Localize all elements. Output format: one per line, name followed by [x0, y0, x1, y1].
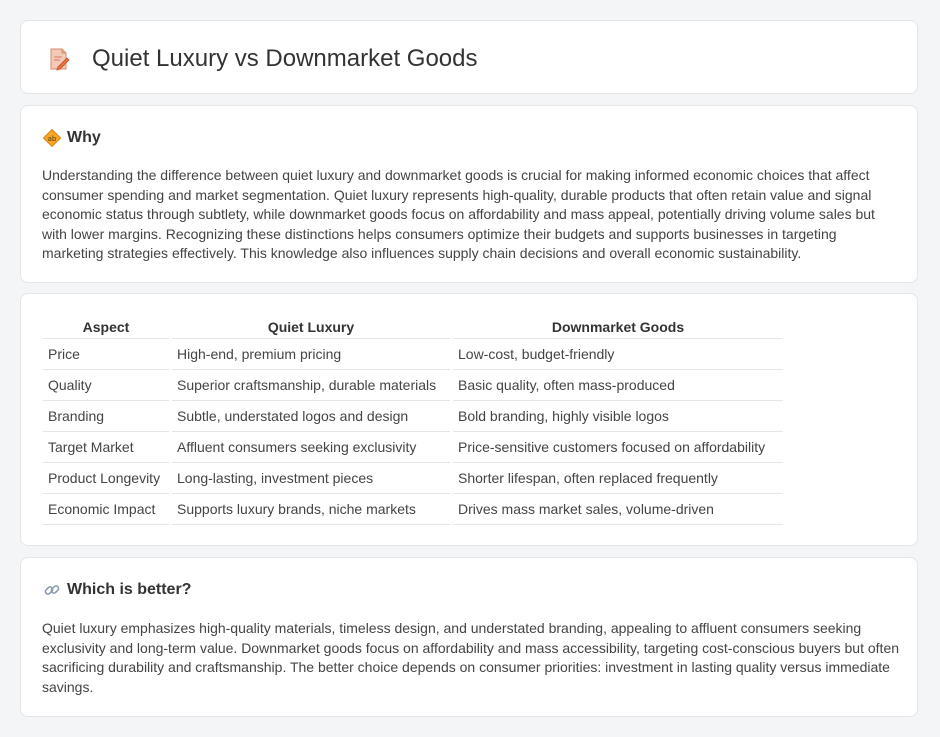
- diamond-sign-icon: ab: [42, 128, 62, 148]
- svg-text:ab: ab: [48, 135, 57, 143]
- table-cell: Branding: [43, 400, 171, 432]
- table-cell: Price-sensitive customers focused on aff…: [450, 431, 783, 463]
- table-header-row: Aspect Quiet Luxury Downmarket Goods: [43, 316, 783, 339]
- table-row: Product Longevity Long-lasting, investme…: [43, 462, 783, 494]
- comparison-section: Aspect Quiet Luxury Downmarket Goods Pri…: [20, 293, 918, 546]
- document-pencil-icon: [48, 47, 70, 71]
- link-icon: [43, 581, 61, 599]
- better-text: Quiet luxury emphasizes high-quality mat…: [42, 620, 900, 695]
- table-row: Price High-end, premium pricing Low-cost…: [43, 338, 783, 370]
- table-cell: Drives mass market sales, volume-driven: [450, 493, 783, 525]
- table-cell: High-end, premium pricing: [169, 338, 452, 370]
- why-section: ab Why Understanding the difference betw…: [20, 105, 918, 283]
- table-cell: Bold branding, highly visible logos: [450, 400, 783, 432]
- header-card: Quiet Luxury vs Downmarket Goods: [20, 20, 918, 94]
- table-cell: Affluent consumers seeking exclusivity: [169, 431, 452, 463]
- which-better-section: Which is better? Quiet luxury emphasizes…: [20, 557, 918, 717]
- why-heading-row: ab Why: [42, 128, 101, 148]
- table-cell: Low-cost, budget-friendly: [450, 338, 783, 370]
- header-aspect: Aspect: [43, 316, 171, 339]
- table-cell: Supports luxury brands, niche markets: [169, 493, 452, 525]
- table-row: Quality Superior craftsmanship, durable …: [43, 369, 783, 401]
- table-cell: Long-lasting, investment pieces: [169, 462, 452, 494]
- table-row: Target Market Affluent consumers seeking…: [43, 431, 783, 463]
- table-cell: Economic Impact: [43, 493, 171, 525]
- table-cell: Target Market: [43, 431, 171, 463]
- header-quiet-luxury: Quiet Luxury: [169, 316, 452, 339]
- header-downmarket-goods: Downmarket Goods: [450, 316, 783, 339]
- comparison-table: Aspect Quiet Luxury Downmarket Goods Pri…: [43, 316, 783, 525]
- better-heading: Which is better?: [67, 581, 192, 598]
- table-row: Economic Impact Supports luxury brands, …: [43, 493, 783, 525]
- table-cell: Price: [43, 338, 171, 370]
- why-text: Understanding the difference between qui…: [42, 167, 875, 262]
- better-heading-row: Which is better?: [43, 580, 191, 600]
- page-title: Quiet Luxury vs Downmarket Goods: [92, 45, 478, 72]
- why-heading: Why: [67, 129, 101, 146]
- table-cell: Quality: [43, 369, 171, 401]
- table-row: Branding Subtle, understated logos and d…: [43, 400, 783, 432]
- table-cell: Shorter lifespan, often replaced frequen…: [450, 462, 783, 494]
- table-cell: Product Longevity: [43, 462, 171, 494]
- table-cell: Superior craftsmanship, durable material…: [169, 369, 452, 401]
- table-cell: Subtle, understated logos and design: [169, 400, 452, 432]
- table-cell: Basic quality, often mass-produced: [450, 369, 783, 401]
